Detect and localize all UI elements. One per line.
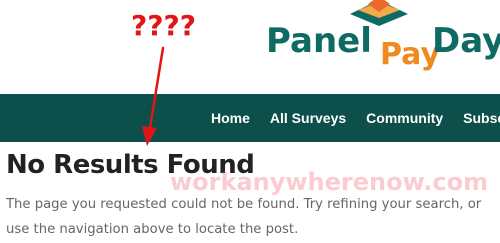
annotation-arrow-icon <box>142 46 165 146</box>
